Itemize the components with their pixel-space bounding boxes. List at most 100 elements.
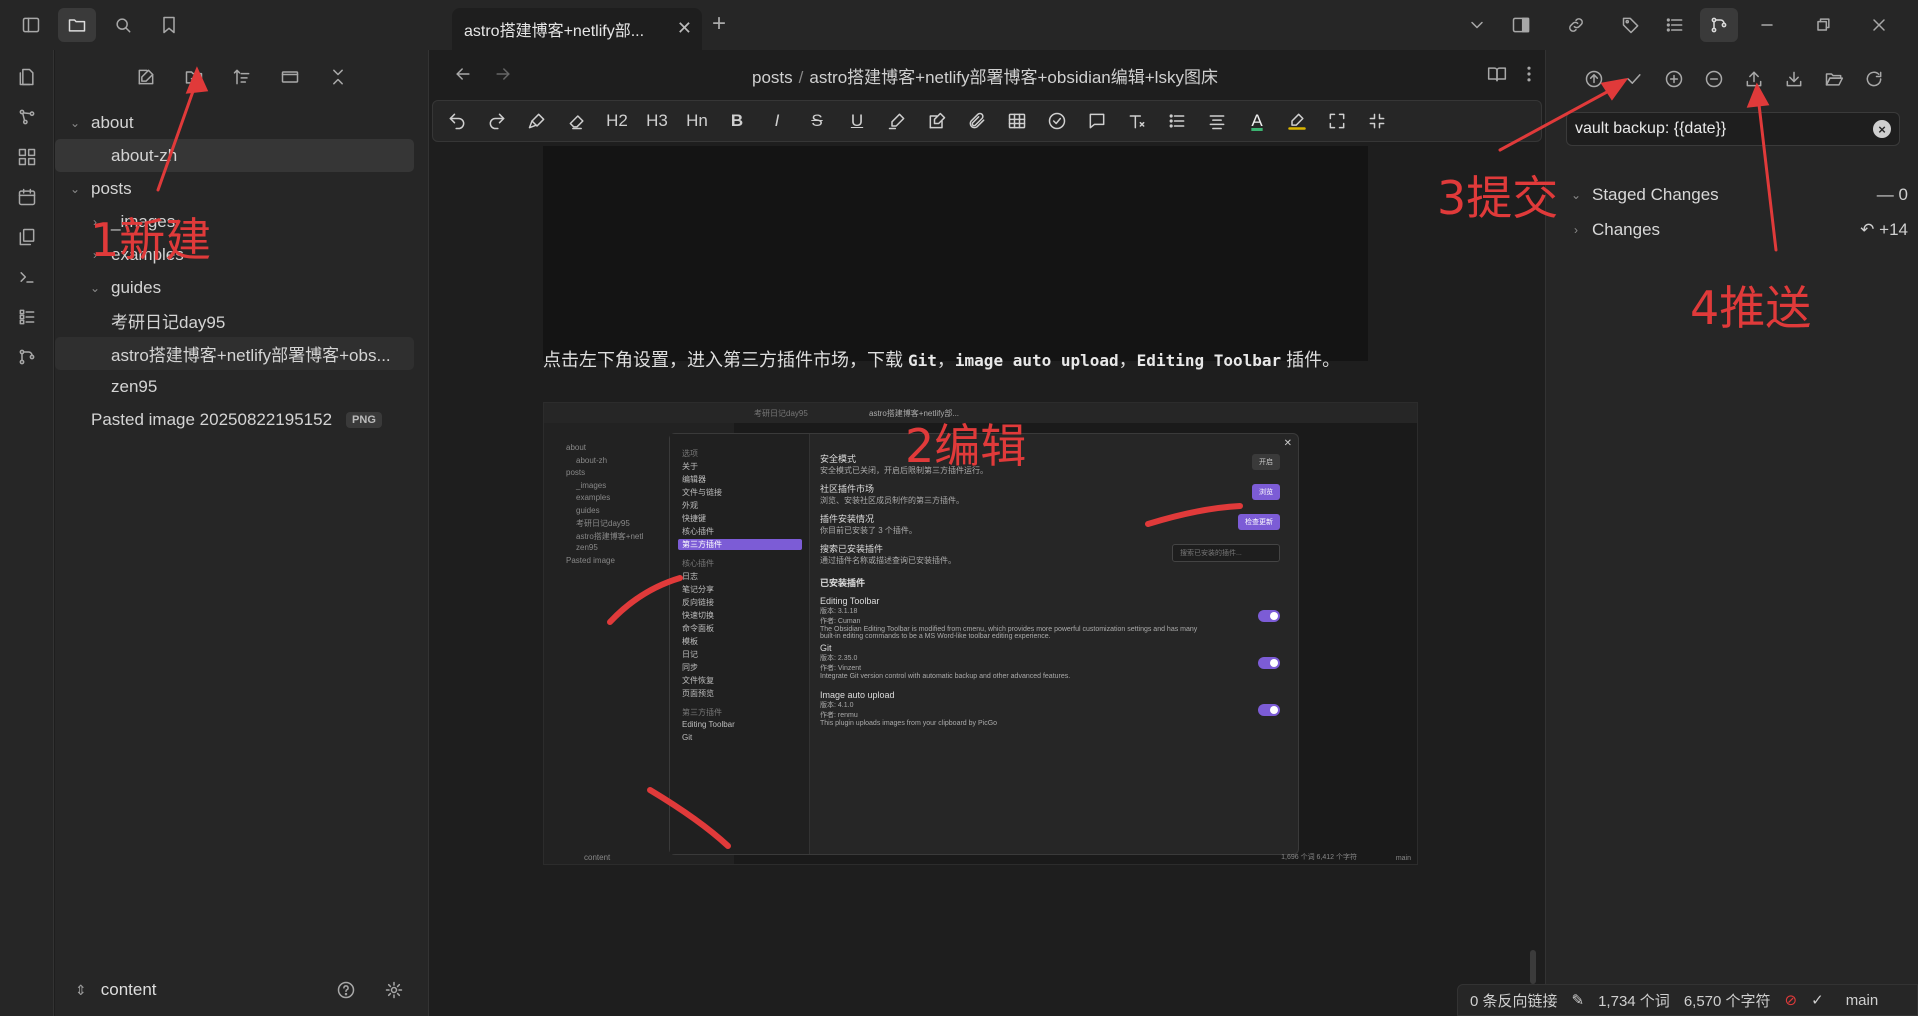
commit-check-icon[interactable] (1617, 62, 1651, 96)
fullscreen-icon[interactable] (1319, 106, 1355, 136)
chevron-down-icon[interactable]: ⌄ (87, 281, 103, 295)
settings-nav-item[interactable]: Editing Toolbar (682, 720, 735, 729)
pull-download-icon[interactable] (1777, 62, 1811, 96)
graph-icon[interactable] (8, 100, 46, 134)
heading3-button[interactable]: H3 (639, 106, 675, 136)
templates-icon[interactable] (8, 220, 46, 254)
back-arrow-icon[interactable] (444, 57, 482, 91)
settings-nav-item[interactable]: 命令面板 (682, 623, 714, 634)
search-icon[interactable] (104, 8, 142, 42)
push-circle-icon[interactable] (1577, 62, 1611, 96)
forward-arrow-icon[interactable] (484, 57, 522, 91)
settings-nav-item[interactable]: 快捷键 (682, 513, 706, 524)
new-note-icon[interactable] (127, 60, 165, 94)
chevron-down-icon[interactable]: ⌄ (67, 116, 83, 130)
clear-icon[interactable]: × (1873, 120, 1891, 138)
calendar-icon[interactable] (8, 180, 46, 214)
backlinks-count[interactable]: 0 条反向链接 (1470, 990, 1558, 1011)
restore-icon[interactable] (1804, 8, 1842, 42)
font-color-button[interactable]: A (1239, 106, 1275, 136)
tree-item[interactable]: ⌄ guides (55, 271, 428, 304)
minimize-icon[interactable] (1748, 8, 1786, 42)
edit-box-icon[interactable] (919, 106, 955, 136)
sort-icon[interactable] (223, 60, 261, 94)
tree-item[interactable]: ⌄ posts (55, 172, 428, 205)
settings-nav-item[interactable]: 反向链接 (682, 597, 714, 608)
settings-nav-item[interactable]: 模板 (682, 636, 698, 647)
check-icon[interactable]: ✓ (1811, 991, 1824, 1009)
staged-changes-row[interactable]: ⌄ Staged Changes — 0 (1568, 180, 1908, 210)
sync-error-icon[interactable]: ⊘ (1785, 991, 1798, 1009)
settings-nav-item[interactable]: 文件恢复 (682, 675, 714, 686)
background-color-icon[interactable] (1279, 106, 1315, 136)
checkbox-icon[interactable] (1039, 106, 1075, 136)
unstage-all-minus-icon[interactable]: — (1877, 185, 1899, 204)
refresh-icon[interactable] (1857, 62, 1891, 96)
chevron-down-icon[interactable]: ⌄ (67, 182, 83, 196)
format-painter-icon[interactable] (519, 106, 555, 136)
browse-button[interactable]: 浏览 (1252, 484, 1280, 500)
unstage-all-minus-icon[interactable] (1697, 62, 1731, 96)
settings-nav-item[interactable]: 外观 (682, 500, 698, 511)
chevron-down-icon[interactable] (1458, 8, 1496, 42)
window-close-icon[interactable] (1860, 8, 1898, 42)
folder-open-icon[interactable] (1817, 62, 1851, 96)
collapse-view-icon[interactable] (271, 60, 309, 94)
comment-icon[interactable] (1079, 106, 1115, 136)
vault-switcher[interactable]: ⇕ content (55, 964, 429, 1016)
settings-nav-item[interactable]: 编辑器 (682, 474, 706, 485)
settings-nav-item[interactable]: 文件与链接 (682, 487, 722, 498)
highlight-pen-icon[interactable] (879, 106, 915, 136)
new-folder-icon[interactable] (175, 60, 213, 94)
tab-current-note[interactable]: astro搭建博客+netlify部... ✕ (452, 8, 702, 50)
settings-gear-icon[interactable] (375, 973, 413, 1007)
exit-fullscreen-icon[interactable] (1359, 106, 1395, 136)
tree-item[interactable]: Pasted image 20250822195152 PNG (55, 403, 428, 436)
plugin-toggle[interactable] (1258, 657, 1280, 669)
safe-mode-button[interactable]: 开启 (1252, 454, 1280, 470)
help-icon[interactable] (327, 973, 365, 1007)
plugin-search-input[interactable]: 搜索已安装的插件... (1172, 544, 1280, 562)
undo-icon[interactable] (439, 106, 475, 136)
changes-row[interactable]: › Changes ↶ +14 (1568, 215, 1908, 245)
attachment-icon[interactable] (959, 106, 995, 136)
bullet-list-icon[interactable] (1159, 106, 1195, 136)
settings-nav-item[interactable]: 核心插件 (682, 558, 714, 569)
tree-item[interactable]: astro搭建博客+netlify部署博客+obs... (55, 337, 414, 370)
collapse-all-icon[interactable] (319, 60, 357, 94)
new-tab-icon[interactable]: + (712, 10, 726, 38)
stage-plus-icon[interactable]: + (1879, 220, 1889, 239)
settings-nav-item[interactable]: 页面预览 (682, 688, 714, 699)
more-options-icon[interactable] (1510, 57, 1548, 91)
settings-nav-item[interactable]: 核心插件 (682, 526, 714, 537)
settings-nav-item[interactable]: 关于 (682, 461, 698, 472)
breadcrumb-folder[interactable]: posts (752, 68, 793, 87)
settings-nav-item[interactable]: 快速切换 (682, 610, 714, 621)
commit-message-input[interactable] (1566, 112, 1900, 146)
check-updates-button[interactable]: 检查更新 (1238, 514, 1280, 530)
tree-item[interactable]: ⌄ about (55, 106, 428, 139)
bold-button[interactable]: B (719, 106, 755, 136)
sidebar-toggle-icon[interactable] (12, 8, 50, 42)
table-icon[interactable] (999, 106, 1035, 136)
tree-item[interactable]: about-zh (55, 139, 414, 172)
git-icon[interactable] (8, 340, 46, 374)
tree-item[interactable]: zen95 (55, 370, 428, 403)
breadcrumb-file[interactable]: astro搭建博客+netlify部署博客+obsidian编辑+lsky图床 (809, 68, 1218, 87)
heading2-button[interactable]: H2 (599, 106, 635, 136)
canvas-icon[interactable] (8, 140, 46, 174)
settings-nav-item[interactable]: 选项 (682, 448, 698, 459)
plugin-toggle[interactable] (1258, 610, 1280, 622)
italic-button[interactable]: I (759, 106, 795, 136)
editor-scrollbar[interactable] (1530, 950, 1536, 984)
list-icon[interactable] (8, 300, 46, 334)
link-icon[interactable] (1546, 8, 1606, 42)
settings-nav-item[interactable]: 第三方插件 (682, 707, 722, 718)
align-icon[interactable] (1199, 106, 1235, 136)
discard-undo-icon[interactable]: ↶ (1860, 220, 1879, 239)
file-explorer-icon[interactable] (58, 8, 96, 42)
settings-nav-item[interactable]: 同步 (682, 662, 698, 673)
edit-pencil-icon[interactable]: ✎ (1572, 991, 1585, 1009)
stage-all-plus-icon[interactable] (1657, 62, 1691, 96)
redo-icon[interactable] (479, 106, 515, 136)
